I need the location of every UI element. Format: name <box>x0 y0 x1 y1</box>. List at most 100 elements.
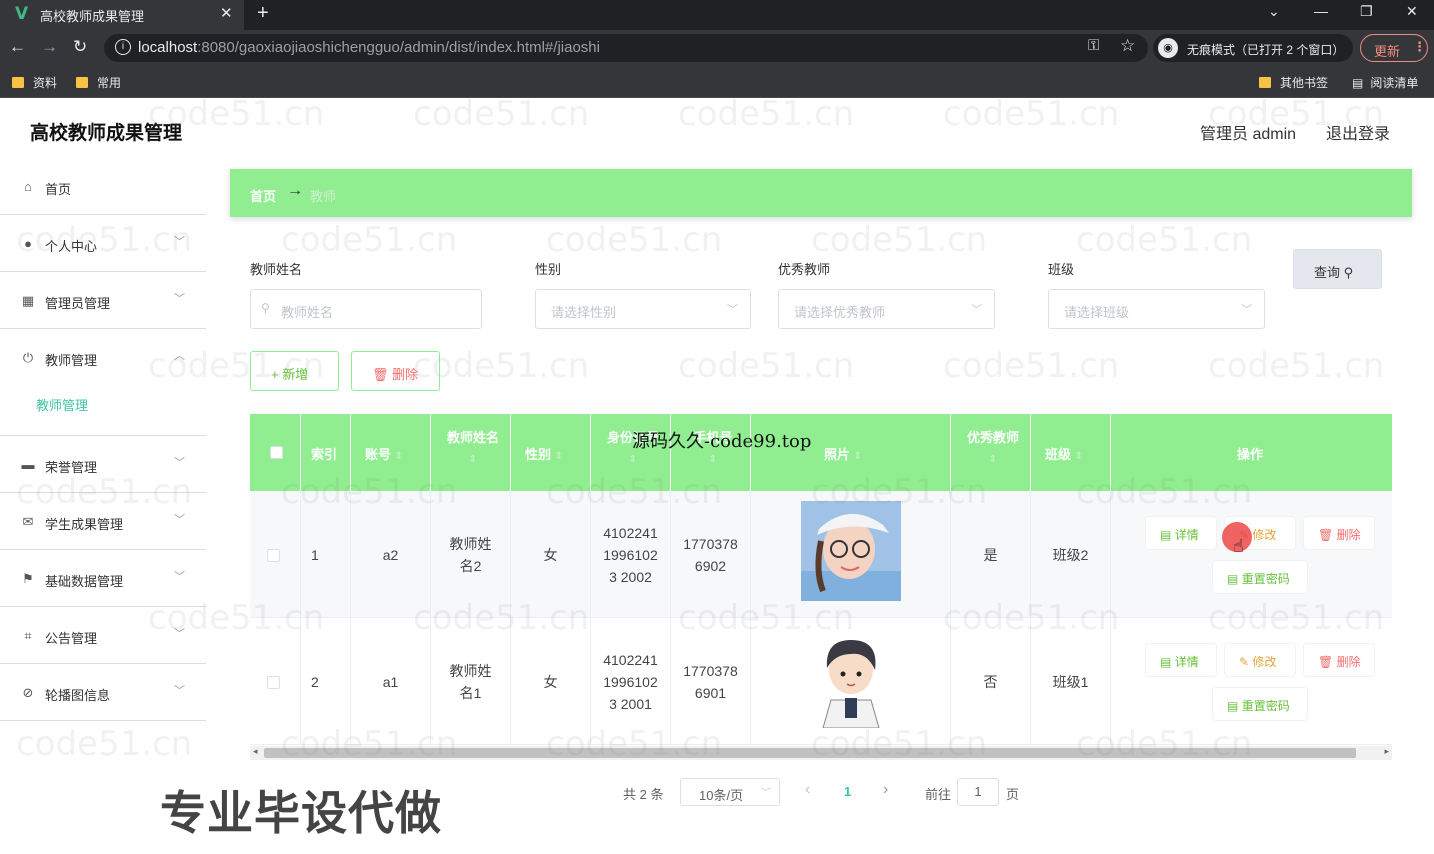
header-select-all <box>250 414 301 491</box>
detail-button[interactable]: ▤ 详情 <box>1146 517 1216 549</box>
logout-link[interactable]: 退出登录 <box>1326 120 1390 144</box>
bookmark-star-icon[interactable]: ☆ <box>1120 36 1135 56</box>
other-bookmarks[interactable]: 其他书签 <box>1259 74 1328 91</box>
site-info-icon[interactable]: i <box>115 39 131 55</box>
key-icon[interactable]: ⚿ <box>1088 37 1099 54</box>
update-button[interactable]: 更新 ⋮ <box>1360 34 1428 62</box>
chevron-down-icon: ﹀ <box>174 293 185 305</box>
incognito-badge[interactable]: ◉ 无痕模式（已打开 2 个窗口） <box>1153 34 1353 62</box>
delete-button[interactable]: 🗑 删除 <box>1304 644 1374 676</box>
admin-user: 管理员 admin <box>1200 126 1297 143</box>
sidebar-item-student-achievements[interactable]: ✉ 学生成果管理 ﹀ <box>0 493 206 550</box>
chevron-up-icon: ︿ <box>174 350 185 362</box>
gender-select[interactable]: 请选择性别 ﹀ <box>535 289 751 329</box>
power-icon: ⏻ <box>22 350 34 365</box>
header-excellent[interactable]: 优秀教师 ⇕ <box>951 414 1031 491</box>
teacher-photo[interactable] <box>801 628 901 728</box>
reload-icon[interactable]: ↻ <box>73 37 87 57</box>
cell-phone: 17703786902 <box>683 535 738 574</box>
sort-icon: ⇕ <box>394 451 404 462</box>
table-row: 1 a2 教师姓名2 女 410224119961023 2002 177037… <box>250 491 1392 618</box>
breadcrumb-home[interactable]: 首页 <box>250 186 276 205</box>
sidebar-item-admin-management[interactable]: ▦ 管理员管理 ﹀ <box>0 272 206 329</box>
flag-icon: ⚑ <box>22 571 34 586</box>
class-select[interactable]: 请选择班级 ﹀ <box>1048 289 1265 329</box>
url-path: :8080/gaoxiaojiaoshichengguo/admin/dist/… <box>197 39 600 56</box>
scroll-right-icon[interactable]: ▸ <box>1384 746 1389 757</box>
window-close-icon[interactable]: ✕ <box>1406 3 1418 20</box>
edit-button[interactable]: ✎ 修改 <box>1225 644 1295 676</box>
class-label: 班级 <box>1048 262 1075 277</box>
sidebar-item-base-data[interactable]: ⚑ 基础数据管理 ﹀ <box>0 550 206 607</box>
sidebar-item-honor-management[interactable]: ▬ 荣誉管理 ﹀ <box>0 436 206 493</box>
teacher-photo[interactable] <box>801 501 901 601</box>
new-tab-button[interactable]: + <box>257 2 269 25</box>
sidebar-item-teacher-management[interactable]: ⏻ 教师管理 ︿ <box>0 329 206 386</box>
cell-gender: 女 <box>543 673 558 690</box>
cell-gender: 女 <box>543 546 558 563</box>
tab-close-icon[interactable]: ✕ <box>220 4 233 22</box>
add-button[interactable]: + 新增 <box>250 351 339 391</box>
scroll-left-icon[interactable]: ◂ <box>253 746 258 757</box>
horizontal-scrollbar[interactable]: ◂ ▸ <box>250 746 1392 760</box>
cell-idcard: 410224119961023 2001 <box>603 651 658 712</box>
sidebar-item-home[interactable]: ⌂ 首页 <box>0 158 206 215</box>
tab-search-icon[interactable]: ⌄ <box>1268 3 1280 20</box>
detail-button[interactable]: ▤ 详情 <box>1146 644 1216 676</box>
tab-title: 高校教师成果管理 <box>40 9 145 24</box>
page-size-select[interactable]: 10条/页 ﹀ <box>680 778 780 806</box>
minimize-icon[interactable]: — <box>1314 3 1328 19</box>
header-gender[interactable]: 性别 ⇕ <box>511 414 591 491</box>
total-count: 共 2 条 <box>623 787 664 802</box>
reset-password-button[interactable]: ▤ 重置密码 <box>1213 561 1307 593</box>
sort-icon: ⇕ <box>628 454 638 465</box>
update-label: 更新 <box>1374 44 1401 59</box>
chevron-down-icon: ﹀ <box>727 304 738 316</box>
header-teacher-name[interactable]: 教师姓名 ⇕ <box>431 414 511 491</box>
restore-icon[interactable]: ❐ <box>1360 3 1373 20</box>
batch-delete-button[interactable]: 🗑 删除 <box>351 351 440 391</box>
excellent-teacher-select[interactable]: 请选择优秀教师 ﹀ <box>778 289 995 329</box>
select-all-checkbox[interactable] <box>270 446 283 459</box>
overlay-banner-text: 源码久久-code99.top <box>632 431 812 452</box>
chevron-down-icon: ﹀ <box>174 457 185 469</box>
back-icon[interactable]: ← <box>9 37 26 57</box>
scrollbar-thumb[interactable] <box>264 748 1356 758</box>
browser-tab[interactable]: V 高校教师成果管理 ✕ <box>0 0 244 30</box>
plus-icon: + <box>271 367 279 382</box>
trash-icon: 🗑 <box>1318 528 1334 542</box>
row-checkbox[interactable] <box>267 549 280 562</box>
browser-tab-bar: V 高校教师成果管理 ✕ + ⌄ — ❐ ✕ <box>0 0 1434 30</box>
next-page-button[interactable]: › <box>883 781 888 799</box>
cell-excellent: 否 <box>983 673 998 690</box>
row-checkbox[interactable] <box>267 676 280 689</box>
teacher-name-input[interactable]: ⚲ 教师姓名 <box>250 289 482 329</box>
doc-icon: ▤ <box>1160 528 1172 542</box>
header-account[interactable]: 账号 ⇕ <box>351 414 431 491</box>
query-button[interactable]: 查询 ⚲ <box>1293 249 1382 289</box>
doc-icon: ▤ <box>1227 699 1239 713</box>
reset-password-button[interactable]: ▤ 重置密码 <box>1213 688 1307 720</box>
header-index[interactable]: 索引 <box>301 414 351 491</box>
grid-icon: ▦ <box>21 293 35 308</box>
bookmark-folder[interactable]: 资料 <box>12 74 57 91</box>
menu-dots-icon[interactable]: ⋮ <box>1413 39 1426 55</box>
reading-list[interactable]: ▤ 阅读清单 <box>1352 74 1418 91</box>
sidebar-subitem-teacher-management[interactable]: 教师管理 <box>0 386 206 436</box>
incognito-icon: ◉ <box>1158 38 1178 58</box>
forward-icon[interactable]: → <box>41 37 58 57</box>
edit-icon: ✎ <box>1239 655 1250 669</box>
bookmark-folder[interactable]: 常用 <box>76 74 121 91</box>
address-bar[interactable]: i localhost:8080/gaoxiaojiaoshichengguo/… <box>104 34 1148 62</box>
prev-page-button[interactable]: ‹ <box>805 781 810 799</box>
delete-button[interactable]: 🗑 删除 <box>1304 517 1374 549</box>
sidebar-item-personal-center[interactable]: ● 个人中心 ﹀ <box>0 215 206 272</box>
cell-phone: 17703786901 <box>683 662 738 701</box>
header-class[interactable]: 班级 ⇕ <box>1031 414 1111 491</box>
chevron-down-icon: ﹀ <box>174 571 185 583</box>
sidebar-item-carousel[interactable]: ⊘ 轮播图信息 ﹀ <box>0 664 206 721</box>
goto-page-input[interactable]: 1 <box>957 778 999 806</box>
page-number-current[interactable]: 1 <box>844 784 851 799</box>
sidebar-item-announcements[interactable]: ⌗ 公告管理 ﹀ <box>0 607 206 664</box>
sort-icon: ⇕ <box>988 454 998 465</box>
